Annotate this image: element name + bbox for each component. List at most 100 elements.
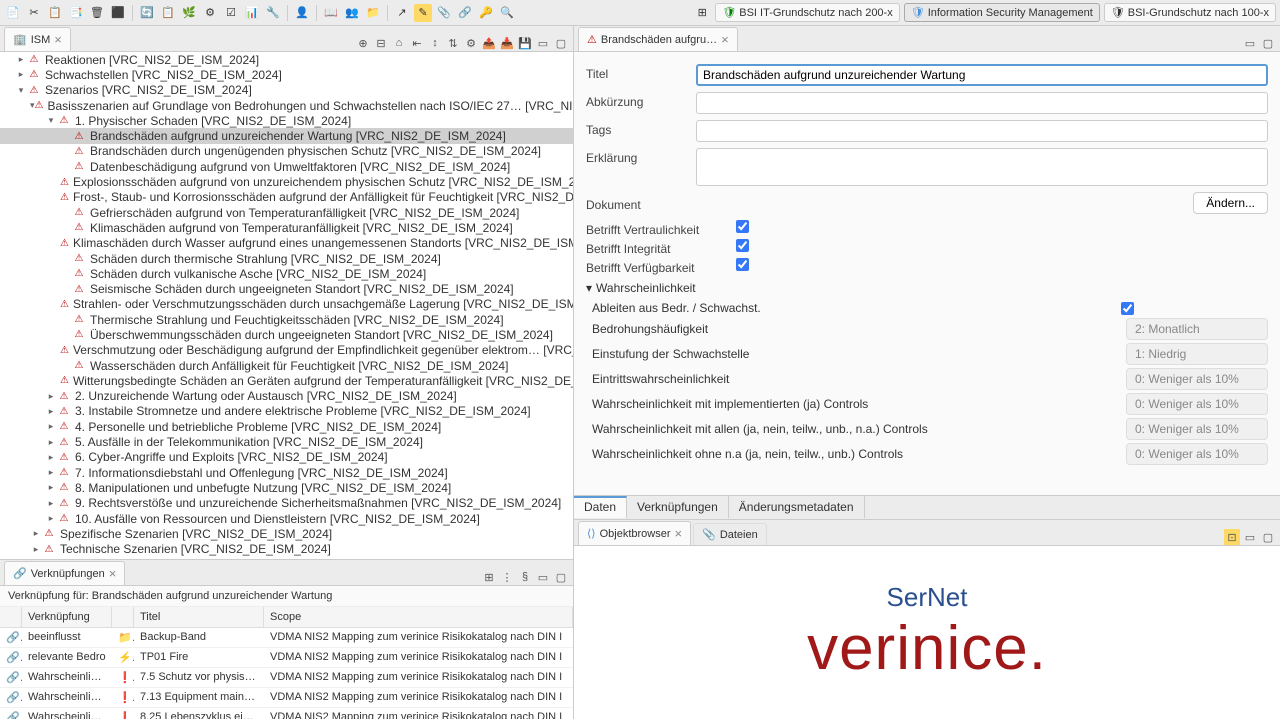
close-icon[interactable]: ×: [675, 526, 683, 541]
input-titel[interactable]: [696, 64, 1268, 86]
toolbar-icon[interactable]: ⊞: [481, 569, 497, 585]
tab-verknuepfungen[interactable]: 🔗Verknüpfungen ×: [4, 561, 125, 585]
close-icon[interactable]: ×: [721, 32, 729, 47]
disclosure-icon[interactable]: ▸: [45, 467, 57, 478]
toolbar-icon[interactable]: 👤: [293, 4, 311, 22]
key-icon[interactable]: 🔑: [477, 4, 495, 22]
tree-row[interactable]: Datenbeschädigung aufgrund von Umweltfak…: [0, 159, 573, 174]
select-allen[interactable]: 0: Weniger als 10%: [1126, 418, 1268, 440]
home-icon[interactable]: ⌂: [391, 35, 407, 51]
disclosure-icon[interactable]: ▸: [45, 391, 57, 402]
editor-tab[interactable]: Brandschäden aufgru… ×: [578, 27, 738, 51]
aendern-button[interactable]: Ändern...: [1193, 192, 1268, 214]
tree-row[interactable]: ▸3. Instabile Stromnetze und andere elek…: [0, 404, 573, 419]
toolbar-icon[interactable]: 📋: [46, 4, 64, 22]
disclosure-icon[interactable]: ▸: [45, 437, 57, 448]
input-abkuerzung[interactable]: [696, 92, 1268, 114]
tree-row[interactable]: Klimaschäden aufgrund von Temperaturanfä…: [0, 220, 573, 235]
del-icon[interactable]: ⊟: [373, 35, 389, 51]
maximize-icon[interactable]: ▢: [1260, 529, 1276, 545]
select-ohne[interactable]: 0: Weniger als 10%: [1126, 443, 1268, 465]
toolbar-icon[interactable]: 📖: [322, 4, 340, 22]
perspective-ism[interactable]: 🛡Information Security Management: [904, 3, 1100, 22]
save-icon[interactable]: 💾: [517, 35, 533, 51]
disclosure-icon[interactable]: ▾: [45, 115, 57, 126]
textarea-erklaerung[interactable]: [696, 148, 1268, 186]
checkbox-vertraulichkeit[interactable]: [736, 220, 749, 233]
tree-row[interactable]: Witterungsbedingte Schäden an Geräten au…: [0, 373, 573, 388]
disclosure-icon[interactable]: ▸: [45, 513, 57, 524]
select-implementiert[interactable]: 0: Weniger als 10%: [1126, 393, 1268, 415]
tree-row[interactable]: Thermische Strahlung und Feuchtigkeitssc…: [0, 312, 573, 327]
import-icon[interactable]: 📥: [499, 35, 515, 51]
maximize-icon[interactable]: ▢: [553, 35, 569, 51]
perspective-bsi-200[interactable]: 🛡BSI IT-Grundschutz nach 200-x: [715, 3, 899, 22]
attach-icon[interactable]: 📎: [435, 4, 453, 22]
tree-row[interactable]: ▾Basisszenarien auf Grundlage von Bedroh…: [0, 98, 573, 113]
btab-verknuepfungen[interactable]: Verknüpfungen: [627, 496, 729, 518]
tree-row[interactable]: Schäden durch thermische Strahlung [VRC_…: [0, 251, 573, 266]
select-bedrohung[interactable]: 2: Monatlich: [1126, 318, 1268, 340]
toolbar-icon[interactable]: ⚙: [201, 4, 219, 22]
tree-row[interactable]: Schäden durch vulkanische Asche [VRC_NIS…: [0, 266, 573, 281]
minimize-icon[interactable]: ▭: [1242, 35, 1258, 51]
toolbar-icon[interactable]: 👥: [343, 4, 361, 22]
minimize-icon[interactable]: ▭: [535, 35, 551, 51]
maximize-icon[interactable]: ▢: [1260, 35, 1276, 51]
toolbar-icon[interactable]: 📋: [159, 4, 177, 22]
tree-row[interactable]: Frost-, Staub- und Korrosionsschäden auf…: [0, 190, 573, 205]
toolbar-icon[interactable]: 🗑: [88, 4, 106, 22]
disclosure-icon[interactable]: ▸: [45, 406, 57, 417]
table-row[interactable]: 🔗Wahrscheinlichk❗7.5 Schutz vor physisch…: [0, 668, 573, 688]
table-row[interactable]: 🔗relevante Bedro⚡TP01 FireVDMA NIS2 Mapp…: [0, 648, 573, 668]
tree-row[interactable]: ▾1. Physischer Schaden [VRC_NIS2_DE_ISM_…: [0, 113, 573, 128]
edit-icon[interactable]: ✎: [414, 4, 432, 22]
sort-icon[interactable]: ↕: [427, 35, 443, 51]
perspective-bsi-100[interactable]: 🛡BSI-Grundschutz nach 100-x: [1104, 3, 1276, 22]
toolbar-icon[interactable]: ⋮: [499, 569, 515, 585]
disclosure-icon[interactable]: ▸: [15, 54, 27, 65]
toolbar-icon[interactable]: 🔧: [264, 4, 282, 22]
tree-row[interactable]: Explosionsschäden aufgrund von unzureich…: [0, 174, 573, 189]
tab-ism[interactable]: 🏢ISM ×: [4, 27, 71, 51]
tree-row[interactable]: Verschmutzung oder Beschädigung aufgrund…: [0, 343, 573, 358]
select-einstufung[interactable]: 1: Niedrig: [1126, 343, 1268, 365]
tree-row[interactable]: ▾Szenarios [VRC_NIS2_DE_ISM_2024]: [0, 83, 573, 98]
tree-row[interactable]: Strahlen- oder Verschmutzungsschäden dur…: [0, 297, 573, 312]
toolbar-icon[interactable]: ✂: [25, 4, 43, 22]
tree-row[interactable]: ▸8. Manipulationen und unbefugte Nutzung…: [0, 480, 573, 495]
disclosure-icon[interactable]: ▸: [45, 421, 57, 432]
select-eintritt[interactable]: 0: Weniger als 10%: [1126, 368, 1268, 390]
add-icon[interactable]: ⊕: [355, 35, 371, 51]
tree-row[interactable]: Brandschäden durch ungenügenden physisch…: [0, 144, 573, 159]
minimize-icon[interactable]: ▭: [535, 569, 551, 585]
tree-row[interactable]: Gefrierschäden aufgrund von Temperaturan…: [0, 205, 573, 220]
table-row[interactable]: 🔗Wahrscheinlichk❗8.25 Lebenszyklus einer…: [0, 708, 573, 719]
tree-row[interactable]: ▸Spezifische Szenarien [VRC_NIS2_DE_ISM_…: [0, 526, 573, 541]
disclosure-icon[interactable]: ▸: [45, 498, 57, 509]
disclosure-icon[interactable]: ▸: [45, 452, 57, 463]
disclosure-icon[interactable]: ▸: [15, 69, 27, 80]
toolbar-icon[interactable]: ⬛: [109, 4, 127, 22]
close-icon[interactable]: ×: [54, 32, 62, 47]
tree-row[interactable]: ▸10. Ausfälle von Ressourcen und Dienstl…: [0, 511, 573, 526]
tree-row[interactable]: Klimaschäden durch Wasser aufgrund eines…: [0, 236, 573, 251]
tree-row[interactable]: ▸6. Cyber-Angriffe und Exploits [VRC_NIS…: [0, 450, 573, 465]
btab-daten[interactable]: Daten: [574, 496, 627, 518]
section-wahrscheinlichkeit[interactable]: ▾Wahrscheinlichkeit: [586, 281, 1268, 295]
tree-row[interactable]: ▸2. Unzureichende Wartung oder Austausch…: [0, 389, 573, 404]
toolbar-icon[interactable]: 📑: [67, 4, 85, 22]
toolbar-icon[interactable]: ↗: [393, 4, 411, 22]
disclosure-icon[interactable]: ▸: [30, 528, 42, 539]
tab-objektbrowser[interactable]: ⟨⟩Objektbrowser×: [578, 521, 691, 545]
maximize-icon[interactable]: ▢: [553, 569, 569, 585]
minimize-icon[interactable]: ▭: [1242, 529, 1258, 545]
toolbar-icon[interactable]: ⊡: [1224, 529, 1240, 545]
search-icon[interactable]: 🔍: [498, 4, 516, 22]
refresh-icon[interactable]: 🔄: [138, 4, 156, 22]
checkbox-ableiten[interactable]: [1121, 302, 1134, 315]
tree-row[interactable]: ▸Schwachstellen [VRC_NIS2_DE_ISM_2024]: [0, 67, 573, 82]
checkbox-verfuegbarkeit[interactable]: [736, 258, 749, 271]
table-row[interactable]: 🔗beeinflusst📁Backup-BandVDMA NIS2 Mappin…: [0, 628, 573, 648]
tree-row[interactable]: ▸5. Ausfälle in der Telekommunikation [V…: [0, 434, 573, 449]
